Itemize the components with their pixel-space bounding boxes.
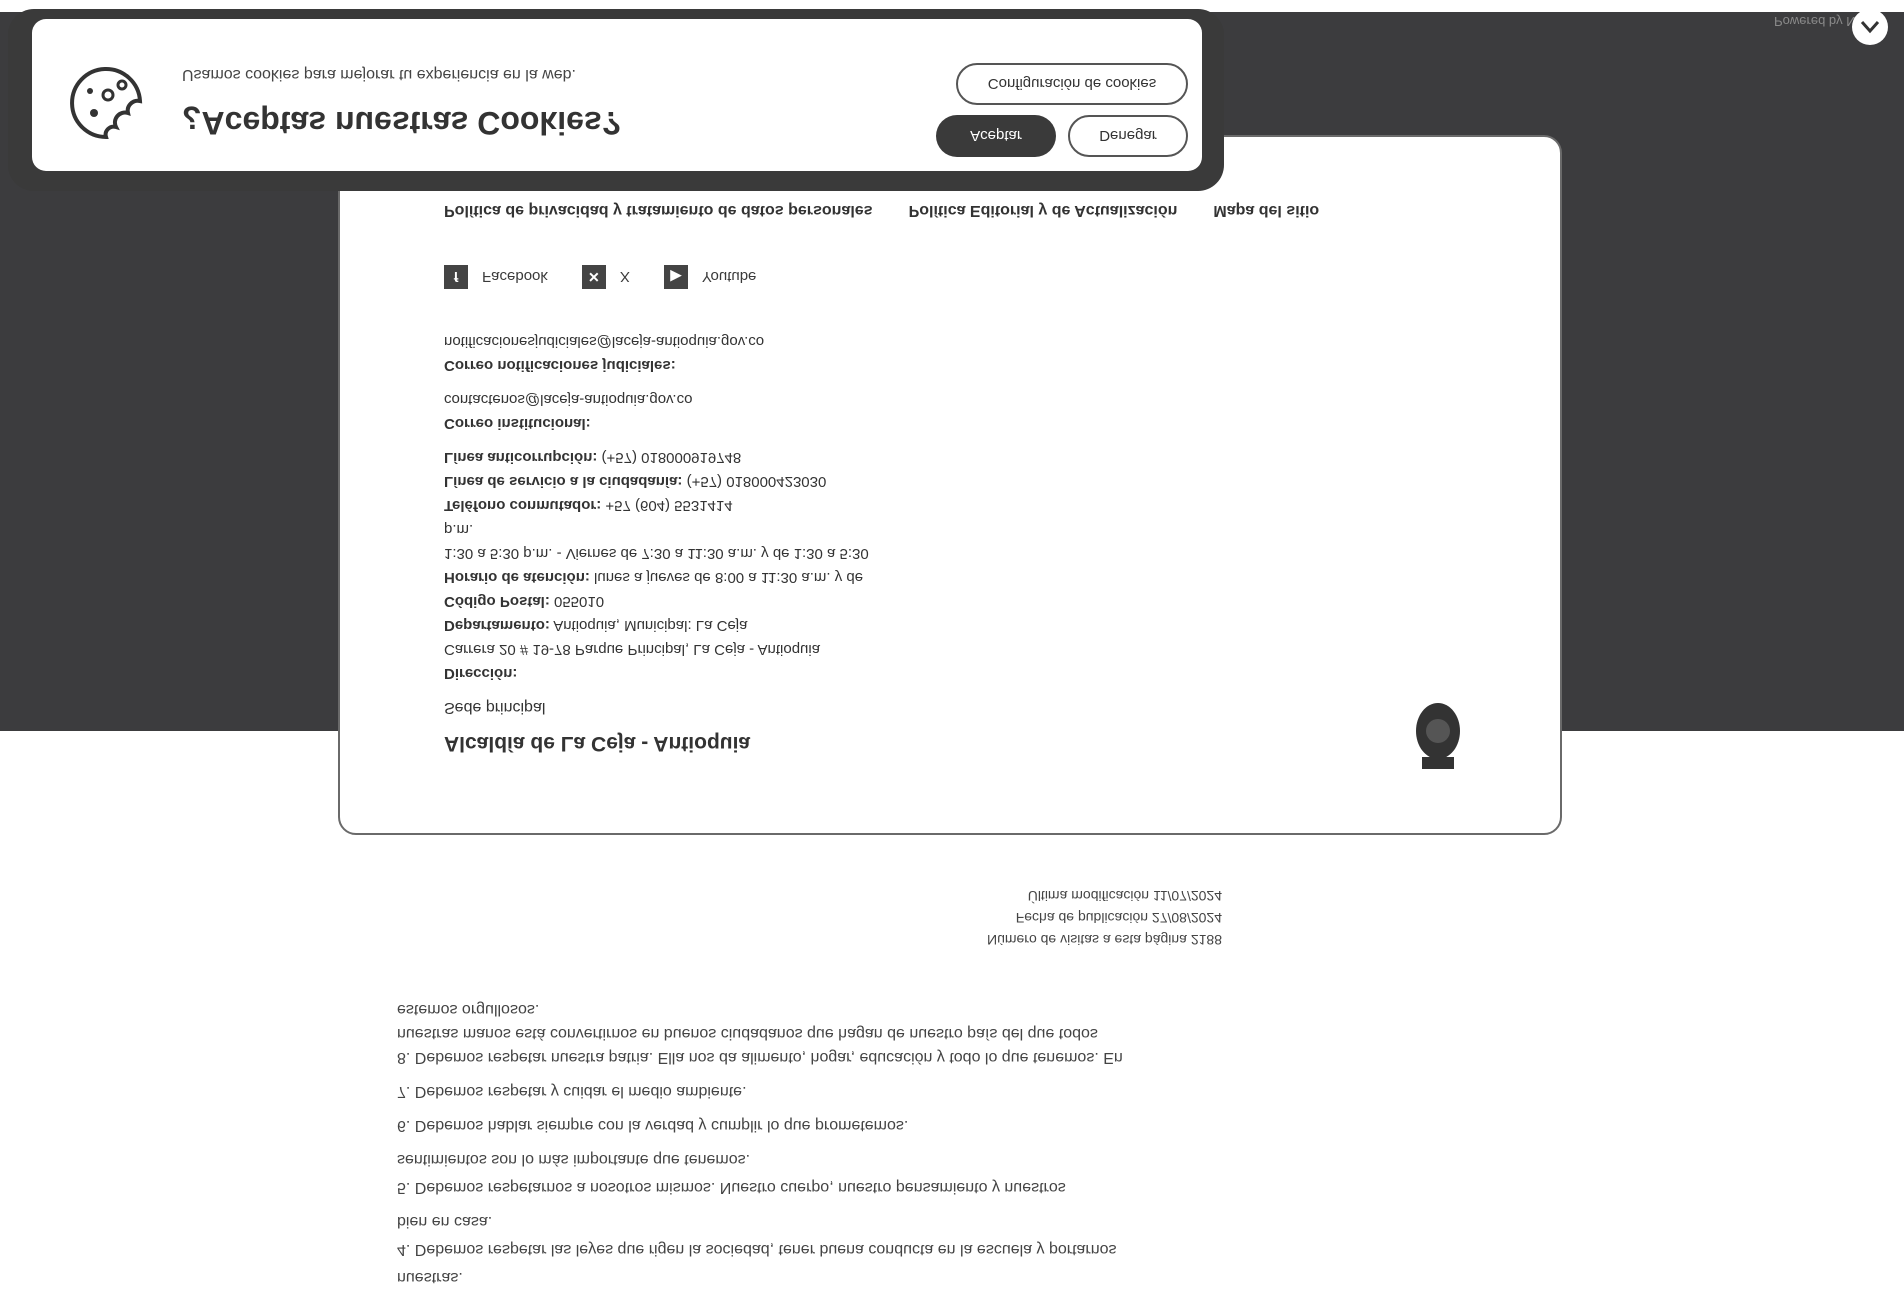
cookie-banner: ¿Aceptas nuestras Cookies? Usamos cookie…: [32, 19, 1202, 171]
x-link[interactable]: ✕ X: [581, 265, 630, 289]
editorial-policy-link[interactable]: Política Editorial y de Actualización: [909, 201, 1178, 219]
x-icon: ✕: [581, 265, 606, 289]
youtube-link[interactable]: ▶ Youtube: [663, 265, 757, 289]
youtube-icon: ▶: [663, 265, 688, 289]
correo-institucional-label: Correo institucional:: [444, 415, 591, 432]
footer-title: Alcaldía de La Ceja - Antioquia: [444, 732, 751, 755]
horario-line-2: 1:30 a 5:30 p.m. - Viernes de 7:30 a 11:…: [444, 545, 869, 562]
departamento-value: Antioquia, Municipal: La Ceja: [553, 617, 748, 634]
facebook-icon: f: [444, 265, 468, 289]
departamento-label: Departamento:: [444, 617, 550, 634]
postal-value: 055010: [554, 593, 605, 610]
article-content: nuestras. 4. Debemos respetar las leyes …: [397, 997, 1217, 1293]
article-line: sentimientos son lo más importante que t…: [397, 1151, 751, 1168]
direccion-value: Carrera 20 # 19-78 Parque Principal, La …: [444, 641, 821, 658]
cookie-icon: [68, 65, 144, 141]
deny-cookies-button[interactable]: Denegar: [1068, 115, 1188, 157]
x-label: X: [619, 268, 630, 286]
correo-notificaciones-link[interactable]: notificacionesjudiciales@laceja-antioqui…: [444, 329, 1004, 353]
cookie-description: Usamos cookies para mejorar tu experienc…: [182, 66, 576, 83]
sede-label: Sede principal: [444, 699, 546, 716]
linea-anticorrupcion-label: Línea anticorrupción:: [444, 449, 598, 466]
chevron-up-icon[interactable]: [1852, 9, 1888, 45]
facebook-label: Facebook: [482, 268, 548, 286]
linea-servicio-label: Línea de servicio a la ciudadanía:: [444, 473, 683, 490]
linea-servicio-value[interactable]: (+57) 018000423030: [687, 473, 827, 490]
youtube-label: Youtube: [701, 268, 757, 286]
article-line: bien en casa.: [397, 1213, 493, 1230]
horario-label: Horario de atención:: [444, 569, 590, 586]
published-date: Fecha de publicación 27/08/2024: [1015, 910, 1222, 926]
direccion-label: Dirección:: [444, 665, 518, 682]
contact-info: Sede principal Dirección: Carrera 20 # 1…: [444, 329, 1004, 719]
accept-cookies-button[interactable]: Aceptar: [936, 115, 1056, 157]
article-line: estemos orgullosos.: [397, 1001, 540, 1018]
cookie-settings-button[interactable]: Configuración de cookies: [956, 63, 1188, 105]
powered-by-label: Powered by N: [1774, 14, 1856, 29]
postal-label: Código Postal:: [444, 593, 550, 610]
article-line: 4. Debemos respetar las leyes que rigen …: [397, 1241, 1117, 1258]
privacy-policy-link[interactable]: Política de privacidad y tratamiento de …: [444, 201, 873, 219]
footer-links: Política de privacidad y tratamiento de …: [444, 201, 1319, 219]
article-line: 8. Debemos respetar nuestra patria. Ella…: [397, 1049, 1123, 1066]
horario-value: lunes a jueves de 8:00 a 11:30 a.m. y de: [594, 569, 864, 586]
sitemap-link[interactable]: Mapa del sitio: [1213, 201, 1319, 219]
page-meta: Número de visitas a esta página 2188 Fec…: [940, 885, 1222, 951]
correo-notificaciones-label: Correo notificaciones judiciales:: [444, 357, 676, 374]
linea-anticorrupcion-value[interactable]: (+57) 018000919748: [602, 449, 742, 466]
cookie-title: ¿Aceptas nuestras Cookies?: [182, 105, 622, 141]
article-line: nuestras.: [397, 1269, 463, 1286]
article-line: nuestras manos está convertirnos en buen…: [397, 1025, 1098, 1042]
social-links: f Facebook ✕ X ▶ Youtube: [444, 265, 756, 289]
visit-count: Número de visitas a esta página 2188: [986, 932, 1222, 948]
footer-card: Alcaldía de La Ceja - Antioquia Sede pri…: [338, 135, 1562, 835]
municipal-seal-icon: [1412, 699, 1464, 771]
article-line: 5. Debemos respetarnos a nosotros mismos…: [397, 1179, 1066, 1196]
telefono-value[interactable]: +57 (604) 5531414: [605, 497, 732, 514]
correo-institucional-link[interactable]: contactenos@laceja-antioquia.gov.co: [444, 387, 1004, 411]
horario-line-3: p.m.: [444, 521, 474, 538]
article-line: 7. Debemos respetar y cuidar el medio am…: [397, 1083, 747, 1100]
article-line: 6. Debemos hablar siempre con la verdad …: [397, 1117, 909, 1134]
telefono-label: Teléfono conmutador:: [444, 497, 602, 514]
facebook-link[interactable]: f Facebook: [444, 265, 548, 289]
modified-date: Última modificación 11/07/2024: [1027, 888, 1222, 904]
